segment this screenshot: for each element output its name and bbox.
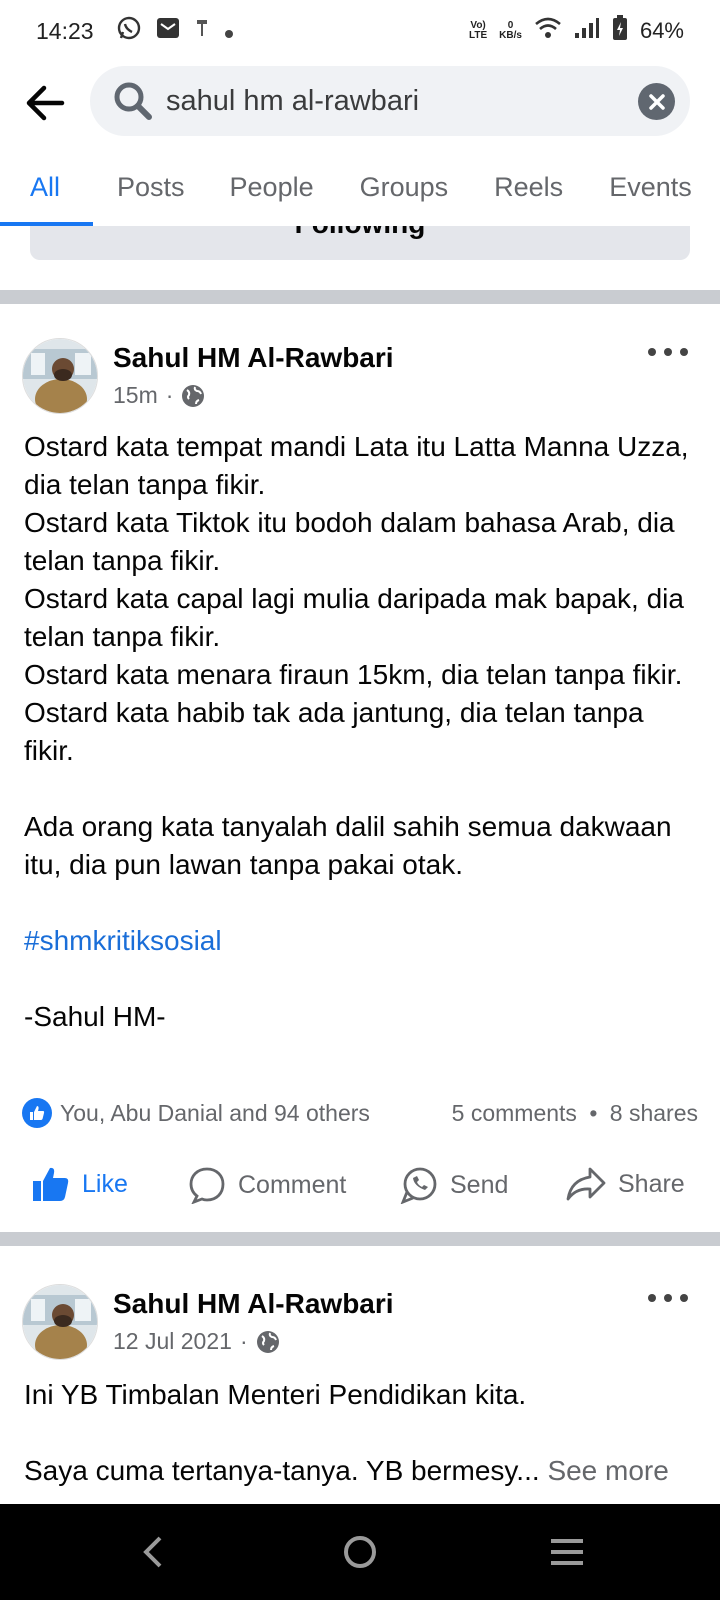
globe-icon — [256, 1330, 279, 1353]
avatar[interactable] — [22, 338, 98, 414]
wifi-icon — [534, 17, 562, 45]
globe-icon — [182, 384, 205, 407]
mail-icon — [156, 16, 180, 46]
tab-groups[interactable]: Groups — [360, 148, 449, 226]
battery-percentage: 64% — [639, 18, 684, 43]
tab-people[interactable]: People — [230, 148, 314, 226]
post-line — [24, 770, 700, 808]
network-speed: 0 KB/s — [499, 20, 522, 41]
share-arrow-icon — [566, 1167, 606, 1201]
system-navigation-bar — [0, 1504, 720, 1600]
search-header — [0, 66, 720, 138]
section-divider — [0, 1232, 720, 1246]
back-button[interactable] — [22, 80, 68, 126]
post-options-button[interactable] — [648, 342, 688, 362]
nav-back-button[interactable] — [138, 1532, 168, 1577]
system-indicators: Vo) LTE 0 KB/s 64% — [469, 15, 684, 47]
reactions-text[interactable]: You, Abu Danial and 94 others — [60, 1100, 370, 1127]
following-button[interactable]: Following — [30, 226, 690, 260]
search-input[interactable] — [166, 66, 606, 136]
clock: 14:23 — [36, 17, 94, 44]
notification-icons — [116, 15, 234, 47]
post-actions: Like Comment Send Share — [0, 1150, 720, 1220]
thumbs-up-icon — [33, 1167, 69, 1201]
post-author[interactable]: Sahul HM Al-Rawbari — [113, 1288, 394, 1320]
post-line: Saya cuma tertanya-tanya. YB bermesy... … — [24, 1455, 669, 1486]
post-signature: -Sahul HM- — [24, 1001, 166, 1032]
post-line: Ostard kata menara firaun 15km, dia tela… — [24, 659, 683, 690]
post-author[interactable]: Sahul HM Al-Rawbari — [113, 342, 394, 374]
more-dots-icon — [648, 1294, 656, 1302]
post-line: Ostard kata tempat mandi Lata itu Latta … — [24, 431, 689, 500]
shares-count[interactable]: 8 shares — [610, 1100, 698, 1126]
usb-icon — [194, 16, 210, 46]
search-box[interactable] — [90, 66, 690, 136]
post-header: Sahul HM Al-Rawbari 12 Jul 2021 · — [22, 1284, 698, 1364]
more-notifications-dot-icon — [224, 18, 234, 45]
see-more-link[interactable]: See more — [547, 1455, 668, 1486]
tab-all[interactable]: All — [0, 148, 93, 226]
post-line — [24, 884, 700, 922]
post-line: Ini YB Timbalan Menteri Pendidikan kita. — [24, 1379, 527, 1410]
home-circle-icon — [344, 1536, 376, 1568]
post-timestamp[interactable]: 12 Jul 2021 — [113, 1328, 232, 1355]
comment-icon — [189, 1167, 225, 1204]
post-meta: 15m · — [113, 382, 205, 409]
post-timestamp[interactable]: 15m — [113, 382, 158, 409]
clear-search-button[interactable] — [638, 83, 675, 120]
reactions-summary[interactable]: You, Abu Danial and 94 others 5 comments… — [22, 1096, 698, 1130]
arrow-left-icon — [26, 85, 65, 121]
signal-icon — [574, 17, 600, 45]
post-line: Ostard kata Tiktok itu bodoh dalam bahas… — [24, 507, 675, 576]
nav-home-button[interactable] — [340, 1532, 380, 1577]
like-button[interactable]: Like — [32, 1166, 128, 1202]
post-line: Ada orang kata tanyalah dalil sahih semu… — [24, 811, 672, 880]
whatsapp-send-icon — [400, 1167, 437, 1204]
post-line: Ostard kata capal lagi mulia daripada ma… — [24, 583, 684, 652]
battery-icon — [612, 15, 628, 47]
menu-lines-icon — [551, 1539, 583, 1565]
section-divider — [0, 290, 720, 304]
more-dots-icon — [648, 348, 656, 356]
post-meta: 12 Jul 2021 · — [113, 1328, 280, 1355]
post-body: Ostard kata tempat mandi Lata itu Latta … — [24, 428, 700, 1036]
whatsapp-icon — [116, 15, 142, 47]
engagement-stats: 5 comments • 8 shares — [451, 1099, 698, 1126]
tab-reels[interactable]: Reels — [494, 148, 563, 226]
search-filter-tabs: All Posts People Groups Reels Events — [0, 148, 720, 226]
send-button[interactable]: Send — [400, 1166, 508, 1204]
comment-button[interactable]: Comment — [188, 1166, 346, 1204]
comments-count[interactable]: 5 comments — [452, 1100, 577, 1126]
tab-posts[interactable]: Posts — [117, 148, 185, 226]
post-body: Ini YB Timbalan Menteri Pendidikan kita.… — [24, 1376, 700, 1490]
status-bar: 14:23 Vo) LTE 0 KB/s 64% — [0, 0, 720, 62]
post-header: Sahul HM Al-Rawbari 15m · — [22, 338, 698, 418]
volte-indicator: Vo) LTE — [469, 20, 488, 41]
nav-recents-button[interactable] — [548, 1532, 586, 1577]
post-options-button[interactable] — [648, 1288, 688, 1308]
chevron-left-icon — [143, 1536, 162, 1568]
hashtag-link[interactable]: #shmkritiksosial — [24, 922, 700, 960]
tab-events[interactable]: Events — [609, 148, 692, 226]
share-button[interactable]: Share — [566, 1166, 685, 1202]
close-icon — [648, 93, 665, 110]
like-reaction-icon — [22, 1098, 52, 1128]
post-line: Ostard kata habib tak ada jantung, dia t… — [24, 697, 644, 766]
search-icon — [112, 80, 154, 127]
avatar[interactable] — [22, 1284, 98, 1360]
